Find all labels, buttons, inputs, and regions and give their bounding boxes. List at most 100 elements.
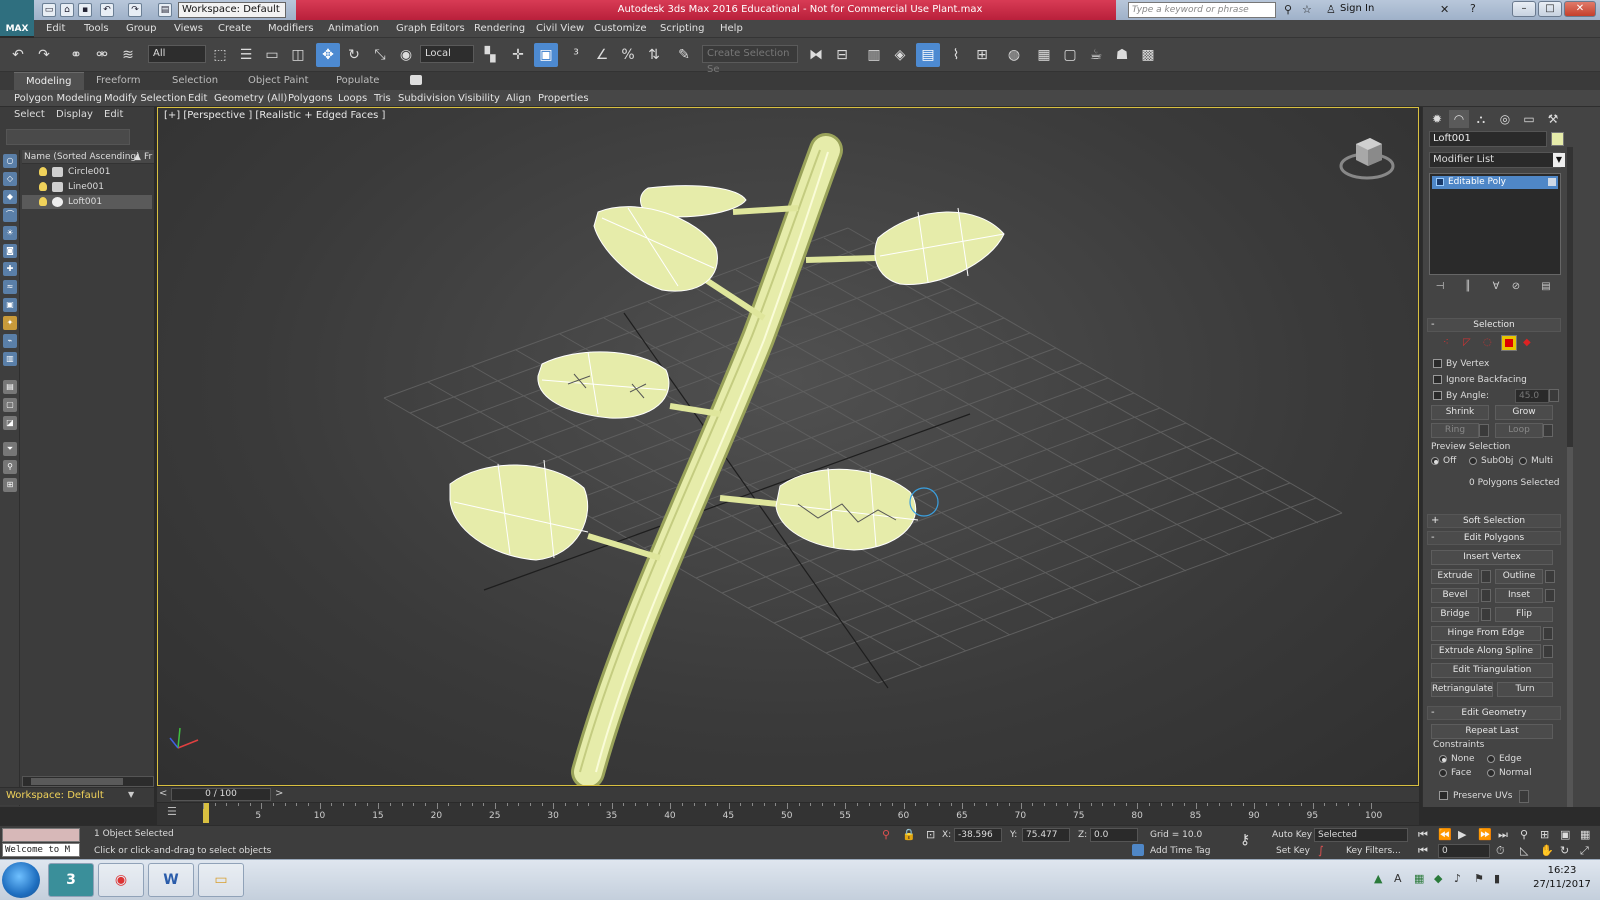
angle-snap-icon[interactable]: ∠ xyxy=(590,43,614,67)
menu-graph-editors[interactable]: Graph Editors xyxy=(396,20,465,38)
bevel-button[interactable]: Bevel xyxy=(1431,588,1479,603)
align-icon[interactable]: ⊟ xyxy=(830,43,854,67)
select-object-icon[interactable]: ⬚ xyxy=(208,43,232,67)
expand-icon[interactable] xyxy=(1436,178,1444,186)
pan-view-icon[interactable]: ✋ xyxy=(1540,844,1554,857)
field-of-view-icon[interactable]: ◺ xyxy=(1520,844,1528,857)
next-frame-icon[interactable]: > xyxy=(275,788,283,799)
inset-button[interactable]: Inset xyxy=(1495,588,1543,603)
maximize-button[interactable]: □ xyxy=(1538,1,1562,17)
y-coordinate-field[interactable]: 75.477 xyxy=(1022,828,1070,842)
maxscript-listener-output[interactable] xyxy=(2,828,80,842)
tray-network-icon[interactable]: ▦ xyxy=(1414,872,1424,885)
menu-rendering[interactable]: Rendering xyxy=(474,20,525,38)
border-mode-icon[interactable]: ◌ xyxy=(1483,337,1492,348)
constraint-face-radio[interactable] xyxy=(1439,769,1447,777)
open-file-icon[interactable]: ⌂ xyxy=(60,3,74,17)
zoom-all-icon[interactable]: ⊞ xyxy=(1540,828,1549,841)
search-input[interactable]: Type a keyword or phrase xyxy=(1128,2,1276,18)
angle-field[interactable]: 45.0 xyxy=(1515,389,1549,403)
maximize-viewport-icon[interactable]: ⤢ xyxy=(1580,844,1589,858)
menu-tools[interactable]: Tools xyxy=(84,20,109,38)
scrollbar-thumb[interactable] xyxy=(1567,447,1573,807)
polygon-mode-icon[interactable] xyxy=(1501,335,1517,351)
go-to-start-icon[interactable]: ⏮ xyxy=(1418,828,1428,842)
tab-populate[interactable]: Populate xyxy=(324,72,391,90)
schematic-view-icon[interactable]: ⊞ xyxy=(970,43,994,67)
selection-rollout-header[interactable]: Selection xyxy=(1427,318,1561,332)
window-crossing-icon[interactable]: ◫ xyxy=(286,43,310,67)
display-geometry-icon[interactable]: ◆ xyxy=(3,190,17,204)
isolate-selection-icon[interactable]: ⚲ xyxy=(882,828,890,841)
chevron-down-icon[interactable]: ▼ xyxy=(128,790,134,799)
menu-customize[interactable]: Customize xyxy=(594,20,647,38)
edit-polygons-rollout-header[interactable]: Edit Polygons xyxy=(1427,531,1561,545)
filter-icon[interactable]: ⏷ xyxy=(3,442,17,456)
display-cameras-icon[interactable]: ◙ xyxy=(3,244,17,258)
ribbon-edit[interactable]: Edit xyxy=(188,90,207,107)
soft-selection-rollout-header[interactable]: Soft Selection xyxy=(1427,514,1561,528)
lock-icon[interactable]: 🔒 xyxy=(902,828,916,841)
ribbon-modify-selection[interactable]: Modify Selection xyxy=(104,90,186,107)
scene-filter-input[interactable] xyxy=(6,129,130,145)
collapse-icon[interactable]: - xyxy=(1431,532,1439,544)
utilities-tab-icon[interactable]: ⚒ xyxy=(1543,110,1563,128)
menu-animation[interactable]: Animation xyxy=(328,20,379,38)
ribbon-visibility[interactable]: Visibility xyxy=(458,90,500,107)
hinge-from-edge-button[interactable]: Hinge From Edge xyxy=(1431,626,1541,641)
ribbon-geometry-all[interactable]: Geometry (All) xyxy=(214,90,287,107)
create-tab-icon[interactable]: ✹ xyxy=(1427,110,1447,128)
key-icon[interactable]: ⚷ xyxy=(1240,832,1250,848)
inset-settings-icon[interactable] xyxy=(1545,589,1555,602)
scene-horizontal-scrollbar[interactable] xyxy=(22,776,154,787)
taskbar-word-icon[interactable]: W xyxy=(148,863,194,897)
binoculars-icon[interactable]: ⚲ xyxy=(1284,3,1292,16)
edit-geometry-rollout-header[interactable]: Edit Geometry xyxy=(1427,706,1561,720)
preserve-uvs-settings-icon[interactable] xyxy=(1519,790,1529,803)
rendered-frame-window-icon[interactable]: ▢ xyxy=(1058,43,1082,67)
object-name-field[interactable]: Loft001 xyxy=(1429,131,1547,147)
viewcube-icon[interactable] xyxy=(1338,130,1396,188)
ribbon-tris[interactable]: Tris xyxy=(374,90,391,107)
chevron-down-icon[interactable]: ▼ xyxy=(1553,153,1565,167)
ring-spinner[interactable] xyxy=(1479,424,1489,437)
constraint-normal-radio[interactable] xyxy=(1487,769,1495,777)
unlink-icon[interactable]: ⚮ xyxy=(90,43,114,67)
loop-button[interactable]: Loop xyxy=(1495,423,1543,438)
ribbon-toggle-icon[interactable]: ▤ xyxy=(916,43,940,67)
show-end-result-icon[interactable]: ║ xyxy=(1461,281,1475,295)
menu-modifiers[interactable]: Modifiers xyxy=(268,20,314,38)
keyboard-shortcut-override-icon[interactable]: ▣ xyxy=(534,43,558,67)
light-bulb-icon[interactable] xyxy=(39,197,47,206)
redo-icon[interactable]: ↷ xyxy=(128,3,142,17)
ribbon-properties[interactable]: Properties xyxy=(538,90,589,107)
selection-filter-dropdown[interactable]: All xyxy=(148,45,206,63)
edit-named-selection-icon[interactable]: ✎ xyxy=(672,43,696,67)
by-vertex-checkbox[interactable] xyxy=(1433,359,1442,368)
go-to-end-icon[interactable]: ⏭ xyxy=(1498,828,1508,842)
insert-vertex-button[interactable]: Insert Vertex xyxy=(1431,550,1553,565)
named-selection-dropdown[interactable]: Create Selection Se xyxy=(702,45,798,75)
add-time-tag-button[interactable]: Add Time Tag xyxy=(1150,846,1210,856)
taskbar-clock[interactable]: 16:23 27/11/2017 xyxy=(1532,864,1592,892)
tab-selection[interactable]: Selection xyxy=(160,72,230,90)
tray-icon[interactable]: ▲ xyxy=(1374,872,1382,885)
time-configuration-icon[interactable]: ⏱ xyxy=(1496,844,1505,858)
tab-freeform[interactable]: Freeform xyxy=(84,72,153,90)
tab-object-paint[interactable]: Object Paint xyxy=(236,72,321,90)
z-coordinate-field[interactable]: 0.0 xyxy=(1090,828,1138,842)
menu-scripting[interactable]: Scripting xyxy=(660,20,704,38)
display-all-icon[interactable]: ◇ xyxy=(3,172,17,186)
taskbar-3dsmax-icon[interactable]: 3 xyxy=(48,863,94,897)
play-icon[interactable]: ▶ xyxy=(1458,828,1466,841)
default-tangent-icon[interactable]: ∫ xyxy=(1318,844,1324,857)
perspective-viewport[interactable]: [+] [Perspective ] [Realistic + Edged Fa… xyxy=(157,107,1419,786)
menu-edit[interactable]: Edit xyxy=(46,20,65,38)
volume-icon[interactable]: ♪ xyxy=(1454,872,1461,885)
tab-edit[interactable]: Edit xyxy=(104,109,123,120)
remove-modifier-icon[interactable]: ⊘ xyxy=(1509,281,1523,295)
by-angle-checkbox[interactable] xyxy=(1433,391,1442,400)
current-frame-field[interactable]: 0 xyxy=(1438,844,1490,858)
activeshade-icon[interactable]: ▩ xyxy=(1136,43,1160,67)
name-column-header[interactable]: Name (Sorted Ascending) ▲ Fr xyxy=(22,150,154,164)
